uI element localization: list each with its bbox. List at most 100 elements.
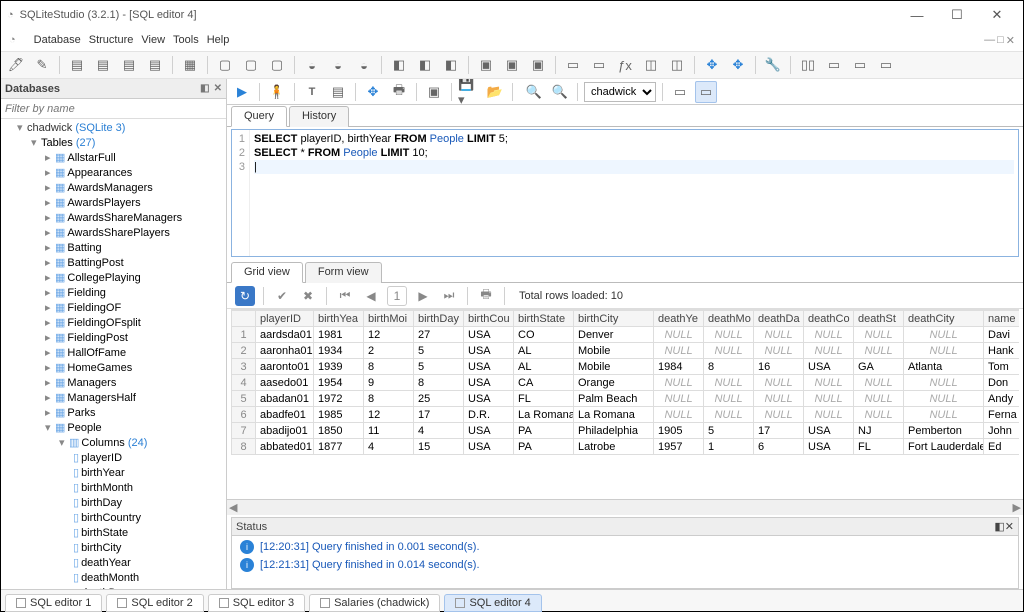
page-number[interactable]: 1 xyxy=(387,286,407,306)
results-grid[interactable]: playerIDbirthYeabirthMoibirthDaybirthCou… xyxy=(231,309,1019,499)
tree-table-halloffame[interactable]: ▸▦HallOfFame xyxy=(3,346,226,361)
status-close-icon[interactable]: ✕ xyxy=(1005,520,1014,533)
menu-help[interactable]: Help xyxy=(203,32,234,48)
tree-table-parks[interactable]: ▸▦Parks xyxy=(3,406,226,421)
tool-erase-icon[interactable]: ◒ xyxy=(301,54,323,76)
expand-icon[interactable]: ✥ xyxy=(362,81,384,103)
col-playerID[interactable]: playerID xyxy=(256,311,314,327)
commit-icon[interactable]: ✔ xyxy=(272,286,292,306)
tool-b-icon[interactable]: ◒ xyxy=(353,54,375,76)
tree-table-collegeplaying[interactable]: ▸▦CollegePlaying xyxy=(3,271,226,286)
search-prev-icon[interactable]: 🔍 xyxy=(523,81,545,103)
tool-connect-icon[interactable]: 🖊 xyxy=(5,54,27,76)
tool-h-icon[interactable]: ▣ xyxy=(527,54,549,76)
tree-table-awardsmanagers[interactable]: ▸▦AwardsManagers xyxy=(3,181,226,196)
tab-history[interactable]: History xyxy=(289,106,349,127)
tool-g-icon[interactable]: ▣ xyxy=(501,54,523,76)
tree-table-awardssharemanagers[interactable]: ▸▦AwardsShareManagers xyxy=(3,211,226,226)
tree-table-allstarfull[interactable]: ▸▦AllstarFull xyxy=(3,151,226,166)
tool-view-1-icon[interactable]: ▢ xyxy=(214,54,236,76)
tool-db-add-icon[interactable]: ▤ xyxy=(66,54,88,76)
col-birthCity[interactable]: birthCity xyxy=(574,311,654,327)
table-row[interactable]: 5abadan011972825USAFLPalm BeachNULLNULLN… xyxy=(232,391,1020,407)
menu-structure[interactable]: Structure xyxy=(85,32,138,48)
col-birthMoi[interactable]: birthMoi xyxy=(364,311,414,327)
tool-table-icon[interactable]: ▦ xyxy=(179,54,201,76)
tree-table-fieldingpost[interactable]: ▸▦FieldingPost xyxy=(3,331,226,346)
sql-editor[interactable]: 123 SELECT playerID, birthYear FROM Peop… xyxy=(231,129,1019,257)
tree-table-fieldingofsplit[interactable]: ▸▦FieldingOFsplit xyxy=(3,316,226,331)
tree-table-awardsplayers[interactable]: ▸▦AwardsPlayers xyxy=(3,196,226,211)
tree-column-birthcity[interactable]: ▯birthCity xyxy=(3,541,226,556)
tab-query[interactable]: Query xyxy=(231,106,287,127)
tree-table-homegames[interactable]: ▸▦HomeGames xyxy=(3,361,226,376)
bottom-tab-1[interactable]: SQL editor 2 xyxy=(106,594,203,612)
menu-view[interactable]: View xyxy=(137,32,169,48)
results-icon[interactable]: ▣ xyxy=(423,81,445,103)
tool-layout-2-icon[interactable]: ▭ xyxy=(823,54,845,76)
tool-fx-icon[interactable]: ƒx xyxy=(614,54,636,76)
col-birthCou[interactable]: birthCou xyxy=(464,311,514,327)
status-float-icon[interactable]: ◧ xyxy=(994,520,1004,533)
table-row[interactable]: 3aaronto01193985USAALMobile1984816USAGAA… xyxy=(232,359,1020,375)
layout-b-icon[interactable]: ▭ xyxy=(695,81,717,103)
panel-close-icon[interactable]: ✕ xyxy=(214,83,222,94)
table-row[interactable]: 1aardsda0119811227USACODenverNULLNULLNUL… xyxy=(232,327,1020,343)
menu-database[interactable]: Database xyxy=(30,32,85,48)
db-select[interactable]: chadwick xyxy=(584,82,656,102)
tool-layout-4-icon[interactable]: ▭ xyxy=(875,54,897,76)
print-grid-icon[interactable]: 🖶 xyxy=(476,286,496,306)
tool-c-icon[interactable]: ◧ xyxy=(388,54,410,76)
close-button[interactable]: ✕ xyxy=(977,1,1017,29)
bottom-tab-0[interactable]: SQL editor 1 xyxy=(5,594,102,612)
tree-columns-node[interactable]: ▾▥Columns (24) xyxy=(3,436,226,451)
tool-f-icon[interactable]: ▣ xyxy=(475,54,497,76)
tool-view-2-icon[interactable]: ▢ xyxy=(240,54,262,76)
tool-view-3-icon[interactable]: ▢ xyxy=(266,54,288,76)
table-row[interactable]: 4aasedo01195498USACAOrangeNULLNULLNULLNU… xyxy=(232,375,1020,391)
filter-input[interactable] xyxy=(1,99,226,119)
tool-i-icon[interactable]: ◫ xyxy=(640,54,662,76)
table-row[interactable]: 2aaronha01193425USAALMobileNULLNULLNULLN… xyxy=(232,343,1020,359)
table-row[interactable]: 6abadfe0119851217D.R.La RomanaLa RomanaN… xyxy=(232,407,1020,423)
layout-a-icon[interactable]: ▭ xyxy=(669,81,691,103)
tool-j-icon[interactable]: ◫ xyxy=(666,54,688,76)
tab-grid-view[interactable]: Grid view xyxy=(231,262,303,283)
tree-column-birthyear[interactable]: ▯birthYear xyxy=(3,466,226,481)
col-birthState[interactable]: birthState xyxy=(514,311,574,327)
tab-form-view[interactable]: Form view xyxy=(305,262,382,283)
col-birthYea[interactable]: birthYea xyxy=(314,311,364,327)
maximize-button[interactable]: ☐ xyxy=(937,1,977,29)
tree-column-birthcountry[interactable]: ▯birthCountry xyxy=(3,511,226,526)
tree-tables-node[interactable]: ▾Tables (27) xyxy=(3,136,226,151)
text-icon[interactable]: T xyxy=(301,81,323,103)
tree-column-playerid[interactable]: ▯playerID xyxy=(3,451,226,466)
table-row[interactable]: 8abbated011877415USAPALatrobe195716USAFL… xyxy=(232,439,1020,455)
save-icon[interactable]: 💾▾ xyxy=(458,81,480,103)
last-page-icon[interactable]: ⏭ xyxy=(439,286,459,306)
minimize-button[interactable]: — xyxy=(897,1,937,29)
first-page-icon[interactable]: ⏮ xyxy=(335,286,355,306)
tool-collapse-icon[interactable]: ✥ xyxy=(727,54,749,76)
prev-page-icon[interactable]: ◀ xyxy=(361,286,381,306)
col-deathCity[interactable]: deathCity xyxy=(904,311,984,327)
tree-column-birthday[interactable]: ▯birthDay xyxy=(3,496,226,511)
tree-table-batting[interactable]: ▸▦Batting xyxy=(3,241,226,256)
clear-icon[interactable]: ▤ xyxy=(327,81,349,103)
tool-db-remove-icon[interactable]: ▤ xyxy=(118,54,140,76)
tool-db-refresh-icon[interactable]: ▤ xyxy=(144,54,166,76)
open-icon[interactable]: 📂 xyxy=(484,81,506,103)
tree-db-node[interactable]: ▾chadwick (SQLite 3) xyxy=(3,121,226,136)
bottom-tab-3[interactable]: Salaries (chadwick) xyxy=(309,594,440,612)
tree-column-deathmonth[interactable]: ▯deathMonth xyxy=(3,571,226,586)
explain-icon[interactable]: 🧍 xyxy=(266,81,288,103)
tool-e-icon[interactable]: ◧ xyxy=(440,54,462,76)
tree-table-battingpost[interactable]: ▸▦BattingPost xyxy=(3,256,226,271)
tree-table-appearances[interactable]: ▸▦Appearances xyxy=(3,166,226,181)
tool-sql-icon[interactable]: ▭ xyxy=(562,54,584,76)
next-page-icon[interactable]: ▶ xyxy=(413,286,433,306)
tool-expand-icon[interactable]: ✥ xyxy=(701,54,723,76)
tool-disconnect-icon[interactable]: ✎ xyxy=(31,54,53,76)
tree-column-deathyear[interactable]: ▯deathYear xyxy=(3,556,226,571)
col-name[interactable]: name xyxy=(984,311,1020,327)
